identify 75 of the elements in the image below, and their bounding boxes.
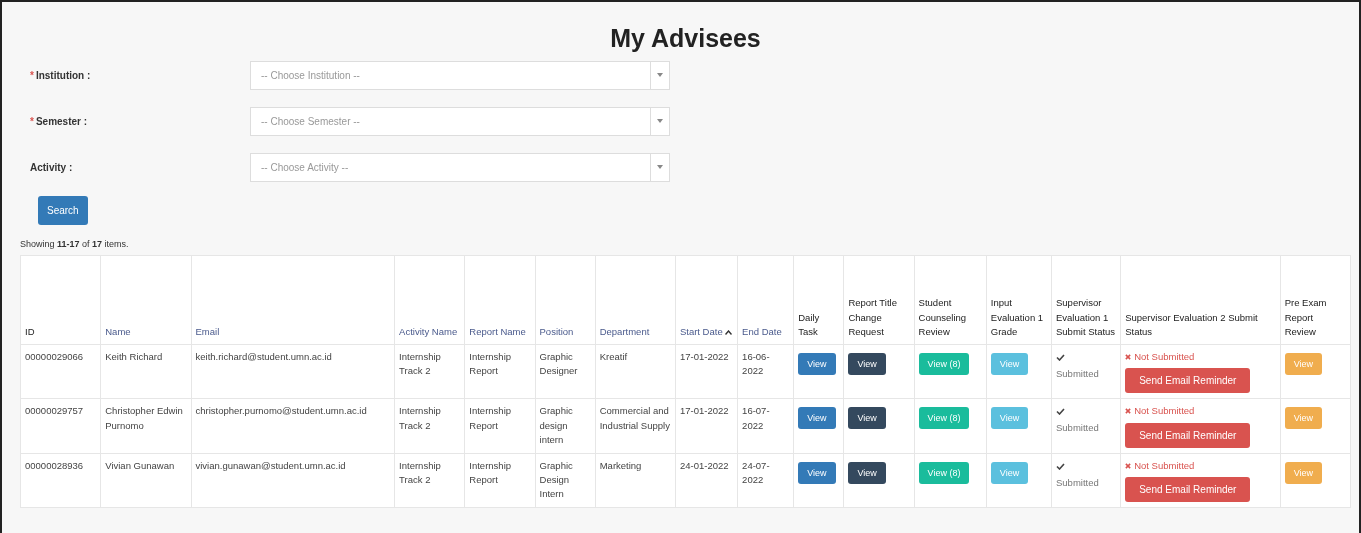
summary-text: Showing 11-17 of 17 items. bbox=[20, 239, 130, 249]
status-text: Submitted bbox=[1056, 421, 1100, 436]
table-cell: 17-01-2022 bbox=[675, 344, 738, 399]
column-header: Supervisor Evaluation 2 Submit Status bbox=[1125, 311, 1258, 337]
table-cell: Christopher Edwin Purnomo bbox=[100, 398, 191, 453]
column-header-link[interactable]: End Date bbox=[742, 325, 782, 337]
field-label: Activity : bbox=[30, 161, 73, 173]
column-header: ID bbox=[25, 325, 35, 337]
view-button[interactable]: View bbox=[798, 461, 836, 484]
view-button[interactable]: View (8) bbox=[918, 353, 970, 375]
table-cell: 17-01-2022 bbox=[675, 398, 738, 453]
table-cell: Internship Track 2 bbox=[394, 398, 465, 453]
table-cell: Vivian Gunawan bbox=[100, 453, 191, 508]
table-cell: 00000029757 bbox=[20, 398, 101, 453]
table-cell: Internship Report bbox=[464, 398, 535, 453]
status-text: Submitted bbox=[1056, 367, 1100, 381]
column-header-link[interactable]: Start Date bbox=[679, 325, 723, 337]
table-cell: Graphic Designer bbox=[535, 344, 596, 399]
column-header: Daily Task bbox=[798, 311, 820, 337]
view-button[interactable]: View bbox=[848, 353, 886, 375]
table-cell: keith.richard@student.umn.ac.id bbox=[191, 344, 395, 399]
column-header: Pre Exam Report Review bbox=[1284, 297, 1327, 337]
select-field[interactable]: -- Choose Semester -- bbox=[250, 106, 670, 136]
column-header-link[interactable]: Activity Name bbox=[399, 325, 458, 337]
table-cell: Internship Track 2 bbox=[394, 453, 465, 508]
page-title: My Advisees bbox=[609, 23, 762, 54]
send-reminder-button[interactable]: Send Email Reminder bbox=[1125, 368, 1251, 394]
select-field[interactable]: -- Choose Activity -- bbox=[250, 152, 670, 182]
column-header: Input Evaluation 1 Grade bbox=[990, 297, 1044, 337]
search-button[interactable]: Search bbox=[38, 196, 88, 225]
table-cell: Graphic Design Intern bbox=[535, 453, 596, 508]
table-cell: christopher.purnomo@student.umn.ac.id bbox=[191, 398, 395, 453]
caret-icon bbox=[657, 165, 663, 169]
column-header-link[interactable]: Department bbox=[599, 325, 650, 337]
column-header-link[interactable]: Name bbox=[105, 325, 131, 337]
send-reminder-button[interactable]: Send Email Reminder bbox=[1125, 476, 1251, 502]
required-mark: * bbox=[30, 69, 34, 81]
column-header: Report Title Change Request bbox=[848, 297, 897, 337]
table-cell: Graphic design intern bbox=[535, 398, 596, 453]
status-text: Submitted bbox=[1056, 475, 1100, 490]
table-cell: 24-07-2022 bbox=[737, 453, 794, 508]
caret-icon bbox=[657, 73, 663, 77]
select-field[interactable]: -- Choose Institution -- bbox=[250, 60, 670, 90]
table-cell: 24-01-2022 bbox=[675, 453, 738, 508]
column-header-link[interactable]: Report Name bbox=[469, 325, 526, 337]
table-cell: 00000028936 bbox=[20, 453, 101, 508]
table-cell: 16-06-2022 bbox=[737, 344, 794, 399]
table-cell: Internship Report bbox=[464, 344, 535, 399]
table-cell: Commercial and Industrial Supply bbox=[595, 398, 676, 453]
field-label: Semester : bbox=[35, 115, 88, 127]
table-cell: Kreatif bbox=[595, 344, 676, 399]
table-cell: Keith Richard bbox=[100, 344, 191, 399]
column-header: Supervisor Evaluation 1 Submit Status bbox=[1056, 297, 1116, 337]
field-label: Institution : bbox=[35, 69, 91, 81]
column-header-link[interactable]: Email bbox=[195, 325, 220, 337]
send-reminder-button[interactable]: Send Email Reminder bbox=[1125, 422, 1251, 448]
table-cell: 16-07-2022 bbox=[737, 398, 794, 453]
column-header: Student Counseling Review bbox=[918, 297, 967, 337]
table-cell: Internship Track 2 bbox=[394, 344, 465, 399]
view-button[interactable]: View bbox=[798, 353, 836, 375]
view-button[interactable]: View bbox=[848, 461, 886, 484]
column-header-link[interactable]: Position bbox=[539, 325, 574, 337]
view-button[interactable]: View bbox=[798, 407, 836, 430]
caret-icon bbox=[657, 119, 663, 123]
view-button[interactable]: View (8) bbox=[918, 461, 970, 484]
view-button[interactable]: View bbox=[848, 407, 886, 430]
table-cell: 00000029066 bbox=[20, 344, 101, 399]
table-cell: Internship Report bbox=[464, 453, 535, 508]
view-button[interactable]: View (8) bbox=[918, 407, 970, 430]
required-mark: * bbox=[30, 115, 34, 127]
status-text: Not Submitted bbox=[1134, 350, 1195, 364]
status-text: Not Submitted bbox=[1134, 404, 1195, 419]
status-text: Not Submitted bbox=[1134, 458, 1195, 473]
table-cell: Marketing bbox=[595, 453, 676, 508]
table-cell: vivian.gunawan@student.umn.ac.id bbox=[191, 453, 395, 508]
